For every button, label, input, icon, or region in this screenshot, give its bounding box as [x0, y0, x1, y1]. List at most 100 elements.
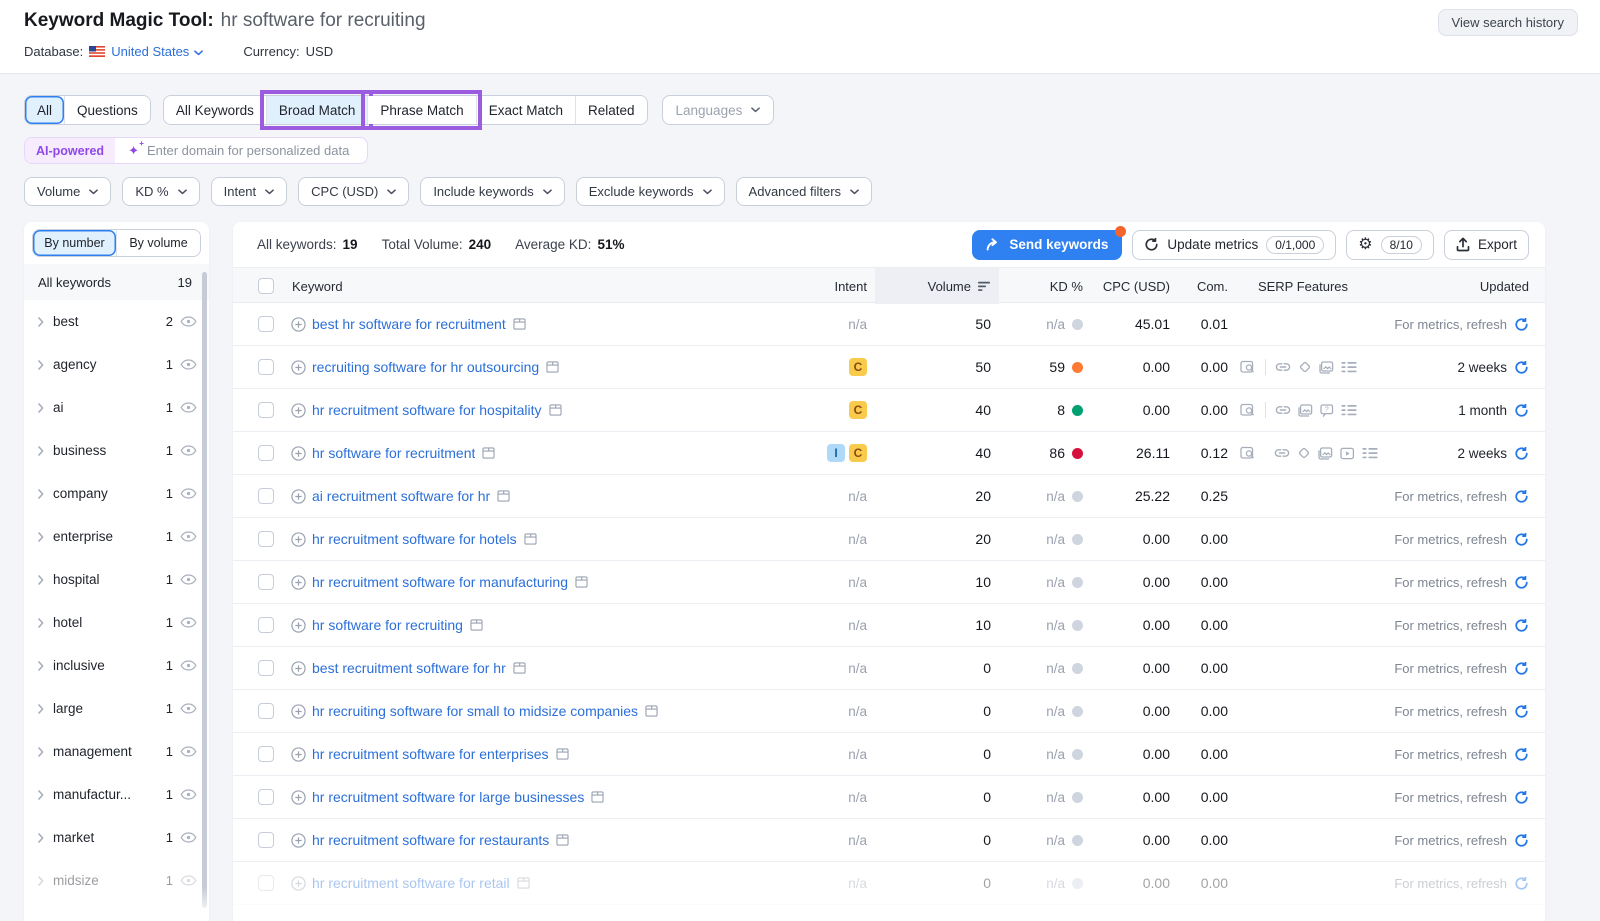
eye-icon[interactable] — [180, 660, 197, 671]
keyword-link[interactable]: hr recruitment software for retail — [312, 875, 510, 891]
sidebar-group-hospital[interactable]: hospital1 — [24, 558, 209, 601]
refresh-icon[interactable] — [1514, 618, 1529, 633]
filter-cpc-usd[interactable]: CPC (USD) — [298, 177, 409, 206]
add-keyword-icon[interactable] — [291, 790, 306, 805]
eye-icon[interactable] — [180, 359, 197, 370]
sidebar-scrollbar[interactable] — [202, 272, 207, 908]
sidebar-group-hotel[interactable]: hotel1 — [24, 601, 209, 644]
add-keyword-icon[interactable] — [291, 618, 306, 633]
row-checkbox[interactable] — [258, 617, 274, 633]
tab-exact-match[interactable]: Exact Match — [476, 96, 575, 124]
row-checkbox[interactable] — [258, 875, 274, 891]
add-keyword-icon[interactable] — [291, 532, 306, 547]
eye-icon[interactable] — [180, 789, 197, 800]
keyword-link[interactable]: hr recruitment software for manufacturin… — [312, 574, 568, 590]
kd-column-header[interactable]: KD % — [999, 279, 1083, 294]
row-checkbox[interactable] — [258, 445, 274, 461]
serp-page-icon[interactable] — [513, 662, 526, 674]
view-search-history-button[interactable]: View search history — [1438, 9, 1578, 36]
refresh-icon[interactable] — [1514, 446, 1529, 461]
toggle-by-volume[interactable]: By volume — [116, 230, 200, 256]
sidebar-group-business[interactable]: business1 — [24, 429, 209, 472]
sidebar-group-ai[interactable]: ai1 — [24, 386, 209, 429]
intent-column-header[interactable]: Intent — [803, 279, 875, 294]
row-checkbox[interactable] — [258, 832, 274, 848]
filter-volume[interactable]: Volume — [24, 177, 111, 206]
updated-column-header[interactable]: Updated — [1378, 279, 1529, 294]
refresh-icon[interactable] — [1514, 403, 1529, 418]
serp-page-icon[interactable] — [556, 834, 569, 846]
refresh-icon[interactable] — [1514, 833, 1529, 848]
eye-icon[interactable] — [180, 445, 197, 456]
serp-page-icon[interactable] — [517, 877, 530, 889]
row-checkbox[interactable] — [258, 488, 274, 504]
database-selector[interactable]: United States — [89, 44, 203, 59]
eye-icon[interactable] — [180, 617, 197, 628]
serp-page-icon[interactable] — [546, 361, 559, 373]
add-keyword-icon[interactable] — [291, 575, 306, 590]
row-checkbox[interactable] — [258, 660, 274, 676]
serp-page-icon[interactable] — [470, 619, 483, 631]
keyword-link[interactable]: recruiting software for hr outsourcing — [312, 359, 539, 375]
serp-page-icon[interactable] — [513, 318, 526, 330]
eye-icon[interactable] — [180, 488, 197, 499]
keyword-link[interactable]: hr recruitment software for hospitality — [312, 402, 542, 418]
refresh-icon[interactable] — [1514, 532, 1529, 547]
keyword-link[interactable]: hr software for recruitment — [312, 445, 475, 461]
filter-intent[interactable]: Intent — [211, 177, 288, 206]
eye-icon[interactable] — [180, 875, 197, 886]
sidebar-group-inclusive[interactable]: inclusive1 — [24, 644, 209, 687]
eye-icon[interactable] — [180, 832, 197, 843]
row-checkbox[interactable] — [258, 531, 274, 547]
keyword-link[interactable]: hr recruitment software for large busine… — [312, 789, 584, 805]
sidebar-group-management[interactable]: management1 — [24, 730, 209, 773]
refresh-icon[interactable] — [1514, 575, 1529, 590]
send-keywords-button[interactable]: Send keywords — [972, 230, 1122, 260]
tab-phrase-match[interactable]: Phrase Match — [367, 96, 475, 124]
refresh-icon[interactable] — [1514, 747, 1529, 762]
eye-icon[interactable] — [180, 316, 197, 327]
com-column-header[interactable]: Com. — [1170, 279, 1228, 294]
filter-include-keywords[interactable]: Include keywords — [420, 177, 564, 206]
keyword-link[interactable]: hr recruitment software for restaurants — [312, 832, 549, 848]
add-keyword-icon[interactable] — [291, 704, 306, 719]
sidebar-group-best[interactable]: best2 — [24, 300, 209, 343]
serp-page-icon[interactable] — [556, 748, 569, 760]
refresh-icon[interactable] — [1514, 661, 1529, 676]
serp-page-icon[interactable] — [645, 705, 658, 717]
serp-page-icon[interactable] — [524, 533, 537, 545]
sidebar-group-large[interactable]: large1 — [24, 687, 209, 730]
domain-input[interactable]: ✦ Enter domain for personalized data — [115, 138, 367, 163]
serp-page-icon[interactable] — [591, 791, 604, 803]
sidebar-group-company[interactable]: company1 — [24, 472, 209, 515]
sidebar-group-manufactur[interactable]: manufactur...1 — [24, 773, 209, 816]
row-checkbox[interactable] — [258, 746, 274, 762]
keyword-link[interactable]: hr recruitment software for enterprises — [312, 746, 549, 762]
volume-column-header[interactable]: Volume — [875, 268, 999, 304]
eye-icon[interactable] — [180, 574, 197, 585]
toggle-by-number[interactable]: By number — [33, 230, 116, 256]
eye-icon[interactable] — [180, 703, 197, 714]
refresh-icon[interactable] — [1514, 360, 1529, 375]
sidebar-group-market[interactable]: market1 — [24, 816, 209, 859]
keyword-link[interactable]: ai recruitment software for hr — [312, 488, 490, 504]
serp-page-icon[interactable] — [497, 490, 510, 502]
eye-icon[interactable] — [180, 402, 197, 413]
add-keyword-icon[interactable] — [291, 403, 306, 418]
tab-all[interactable]: All — [25, 96, 64, 124]
add-keyword-icon[interactable] — [291, 360, 306, 375]
filter-kd[interactable]: KD % — [122, 177, 199, 206]
cpc-column-header[interactable]: CPC (USD) — [1083, 279, 1170, 294]
tab-related[interactable]: Related — [575, 96, 647, 124]
keyword-link[interactable]: best hr software for recruitment — [312, 316, 506, 332]
add-keyword-icon[interactable] — [291, 833, 306, 848]
row-checkbox[interactable] — [258, 789, 274, 805]
settings-button[interactable]: ⚙ 8/10 — [1346, 230, 1434, 260]
serp-page-icon[interactable] — [482, 447, 495, 459]
export-button[interactable]: Export — [1444, 230, 1529, 260]
tab-broad-match[interactable]: Broad Match — [266, 96, 368, 124]
add-keyword-icon[interactable] — [291, 661, 306, 676]
add-keyword-icon[interactable] — [291, 446, 306, 461]
sidebar-group-midsize[interactable]: midsize1 — [24, 859, 209, 902]
eye-icon[interactable] — [180, 746, 197, 757]
